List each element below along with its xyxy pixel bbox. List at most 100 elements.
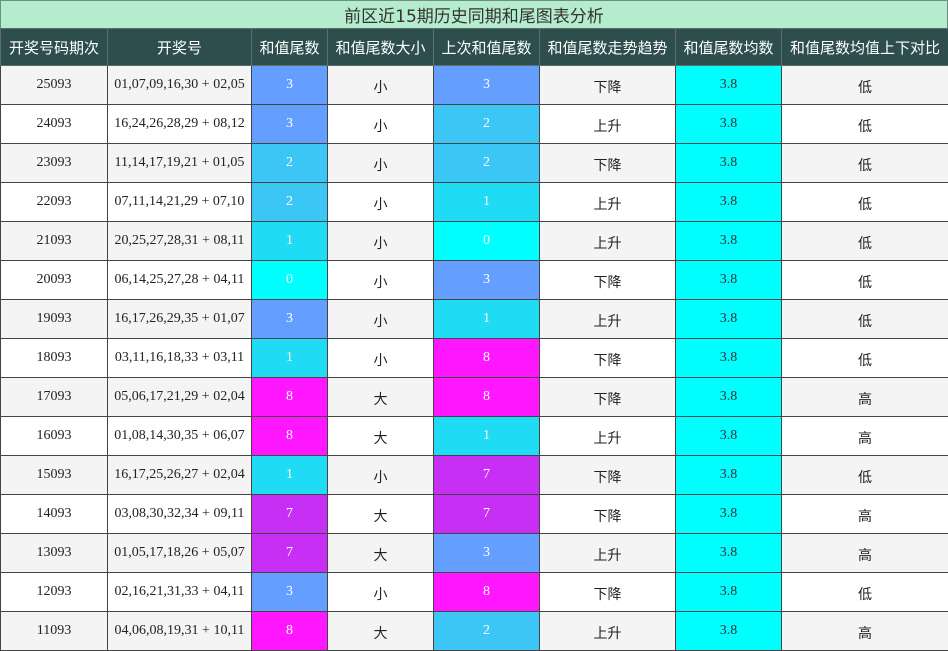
cell-size: 小 [328, 183, 434, 222]
cell-avg: 3.8 [676, 378, 782, 417]
cell-period: 13093 [1, 534, 108, 573]
table-row: 2309311,14,17,19,21 + 01,052小2下降3.8低 [1, 144, 948, 183]
cell-period: 17093 [1, 378, 108, 417]
cell-tail: 1 [252, 222, 328, 261]
cell-numbers: 03,08,30,32,34 + 09,11 [108, 495, 252, 534]
cell-period: 24093 [1, 105, 108, 144]
cell-avg: 3.8 [676, 144, 782, 183]
cell-tail: 7 [252, 534, 328, 573]
cell-numbers: 01,05,17,18,26 + 05,07 [108, 534, 252, 573]
cell-trend: 上升 [540, 612, 676, 651]
cell-compare: 高 [782, 378, 948, 417]
page-title: 前区近15期历史同期和尾图表分析 [0, 0, 948, 29]
cell-numbers: 05,06,17,21,29 + 02,04 [108, 378, 252, 417]
cell-compare: 低 [782, 261, 948, 300]
cell-compare: 低 [782, 183, 948, 222]
cell-period: 15093 [1, 456, 108, 495]
cell-size: 小 [328, 261, 434, 300]
cell-period: 14093 [1, 495, 108, 534]
header-compare: 和值尾数均值上下对比 [782, 29, 948, 66]
table-row: 2409316,24,26,28,29 + 08,123小2上升3.8低 [1, 105, 948, 144]
cell-prev-tail: 2 [434, 612, 540, 651]
cell-trend: 下降 [540, 456, 676, 495]
cell-numbers: 06,14,25,27,28 + 04,11 [108, 261, 252, 300]
cell-size: 小 [328, 300, 434, 339]
cell-trend: 下降 [540, 261, 676, 300]
table-row: 1509316,17,25,26,27 + 02,041小7下降3.8低 [1, 456, 948, 495]
cell-numbers: 01,07,09,16,30 + 02,05 [108, 66, 252, 105]
cell-compare: 低 [782, 300, 948, 339]
cell-avg: 3.8 [676, 573, 782, 612]
cell-period: 25093 [1, 66, 108, 105]
cell-size: 小 [328, 144, 434, 183]
cell-trend: 下降 [540, 573, 676, 612]
header-size: 和值尾数大小 [328, 29, 434, 66]
cell-avg: 3.8 [676, 456, 782, 495]
cell-trend: 上升 [540, 105, 676, 144]
cell-avg: 3.8 [676, 612, 782, 651]
cell-period: 11093 [1, 612, 108, 651]
header-prev-tail: 上次和值尾数 [434, 29, 540, 66]
chart-container: 前区近15期历史同期和尾图表分析 开奖号码期次 开奖号 和值尾数 和值尾数大小 … [0, 0, 948, 590]
cell-compare: 低 [782, 573, 948, 612]
cell-tail: 2 [252, 183, 328, 222]
header-trend: 和值尾数走势趋势 [540, 29, 676, 66]
cell-period: 21093 [1, 222, 108, 261]
table-row: 1909316,17,26,29,35 + 01,073小1上升3.8低 [1, 300, 948, 339]
cell-compare: 高 [782, 534, 948, 573]
cell-numbers: 20,25,27,28,31 + 08,11 [108, 222, 252, 261]
cell-trend: 上升 [540, 534, 676, 573]
cell-period: 18093 [1, 339, 108, 378]
cell-compare: 低 [782, 66, 948, 105]
cell-size: 小 [328, 222, 434, 261]
table-row: 1109304,06,08,19,31 + 10,118大2上升3.8高 [1, 612, 948, 651]
cell-avg: 3.8 [676, 222, 782, 261]
cell-trend: 下降 [540, 144, 676, 183]
cell-size: 小 [328, 66, 434, 105]
cell-prev-tail: 2 [434, 105, 540, 144]
cell-compare: 低 [782, 339, 948, 378]
table-row: 1609301,08,14,30,35 + 06,078大1上升3.8高 [1, 417, 948, 456]
table-row: 2009306,14,25,27,28 + 04,110小3下降3.8低 [1, 261, 948, 300]
cell-compare: 高 [782, 417, 948, 456]
cell-tail: 3 [252, 66, 328, 105]
header-numbers: 开奖号 [108, 29, 252, 66]
table-row: 1209302,16,21,31,33 + 04,113小8下降3.8低 [1, 573, 948, 612]
cell-prev-tail: 8 [434, 339, 540, 378]
table-row: 2509301,07,09,16,30 + 02,053小3下降3.8低 [1, 66, 948, 105]
cell-trend: 下降 [540, 378, 676, 417]
cell-numbers: 16,24,26,28,29 + 08,12 [108, 105, 252, 144]
cell-numbers: 16,17,26,29,35 + 01,07 [108, 300, 252, 339]
cell-numbers: 03,11,16,18,33 + 03,11 [108, 339, 252, 378]
table-row: 2109320,25,27,28,31 + 08,111小0上升3.8低 [1, 222, 948, 261]
cell-prev-tail: 3 [434, 66, 540, 105]
cell-trend: 上升 [540, 183, 676, 222]
cell-compare: 高 [782, 495, 948, 534]
cell-numbers: 01,08,14,30,35 + 06,07 [108, 417, 252, 456]
cell-tail: 1 [252, 339, 328, 378]
cell-size: 大 [328, 534, 434, 573]
cell-tail: 2 [252, 144, 328, 183]
cell-period: 20093 [1, 261, 108, 300]
cell-numbers: 11,14,17,19,21 + 01,05 [108, 144, 252, 183]
cell-trend: 上升 [540, 417, 676, 456]
cell-period: 19093 [1, 300, 108, 339]
cell-avg: 3.8 [676, 495, 782, 534]
cell-period: 23093 [1, 144, 108, 183]
cell-prev-tail: 1 [434, 183, 540, 222]
cell-avg: 3.8 [676, 300, 782, 339]
cell-numbers: 02,16,21,31,33 + 04,11 [108, 573, 252, 612]
cell-size: 小 [328, 339, 434, 378]
cell-period: 16093 [1, 417, 108, 456]
history-table: 开奖号码期次 开奖号 和值尾数 和值尾数大小 上次和值尾数 和值尾数走势趋势 和… [0, 28, 948, 651]
cell-size: 小 [328, 456, 434, 495]
table-body: 2509301,07,09,16,30 + 02,053小3下降3.8低2409… [1, 66, 948, 651]
cell-prev-tail: 8 [434, 573, 540, 612]
cell-avg: 3.8 [676, 261, 782, 300]
table-row: 2209307,11,14,21,29 + 07,102小1上升3.8低 [1, 183, 948, 222]
cell-prev-tail: 2 [434, 144, 540, 183]
cell-size: 大 [328, 378, 434, 417]
cell-numbers: 04,06,08,19,31 + 10,11 [108, 612, 252, 651]
cell-tail: 3 [252, 300, 328, 339]
cell-numbers: 16,17,25,26,27 + 02,04 [108, 456, 252, 495]
